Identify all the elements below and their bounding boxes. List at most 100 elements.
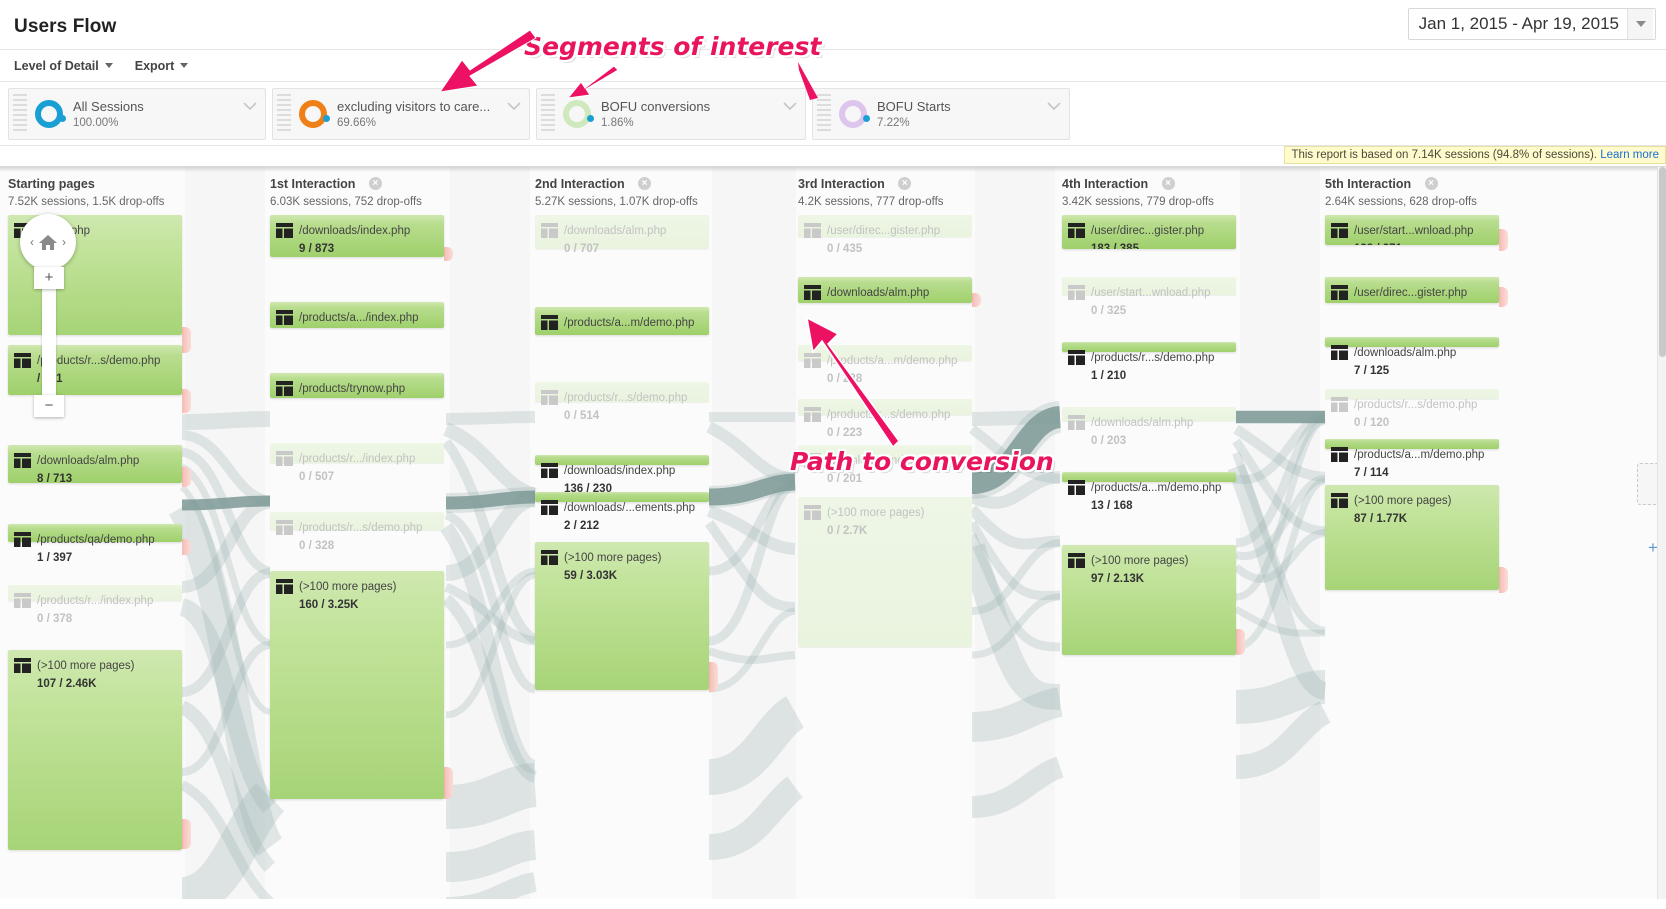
page-icon	[14, 453, 31, 468]
flow-node[interactable]: /products/qa/demo.php 1 / 397	[8, 524, 182, 564]
flow-node[interactable]: /user/direc...gister.php 0 / 435	[798, 215, 972, 255]
flow-node[interactable]: (>100 more pages) 0 / 2.7K	[798, 497, 972, 647]
close-icon[interactable]: ×	[1424, 177, 1438, 191]
flow-node[interactable]: (>100 more pages) 107 / 2.46K	[8, 650, 182, 850]
segment-percent: 7.22%	[877, 116, 910, 129]
node-label: /products/trynow.php	[299, 383, 406, 395]
zoom-in-button[interactable]: +	[34, 267, 64, 289]
flow-node[interactable]: /products/r...s/demo.php 0 / 223	[798, 399, 972, 439]
chevron-down-icon[interactable]	[243, 101, 257, 111]
segment-donut-icon	[299, 99, 330, 128]
drop-off-bar	[1499, 567, 1508, 593]
prev-arrow-icon[interactable]: ‹	[30, 235, 34, 249]
drop-off-bar	[182, 467, 191, 487]
page-title: Users Flow	[14, 16, 117, 37]
flow-node[interactable]: /user/direc...gister.php 183 / 385	[1062, 215, 1236, 249]
node-value: 138 / 271	[1354, 243, 1402, 245]
chevron-down-icon	[180, 63, 189, 68]
flow-node[interactable]: (>100 more pages) 87 / 1.77K	[1325, 485, 1499, 590]
export-button[interactable]: Export	[135, 59, 189, 73]
flow-node[interactable]: /downloads/alm.php 8 / 713	[8, 445, 182, 483]
level-of-detail-button[interactable]: Level of Detail	[14, 59, 113, 73]
zoom-slider-track[interactable]	[42, 285, 56, 405]
level-of-detail-label: Level of Detail	[14, 58, 99, 73]
annotation-path-to-conversion: Path to conversion	[790, 447, 1054, 476]
flow-node[interactable]: /user/start...wnload.php 138 / 271	[1325, 215, 1499, 245]
close-icon[interactable]: ×	[1161, 177, 1175, 191]
flow-node[interactable]: /downloads/alm.php 0 / 203	[1062, 407, 1236, 447]
column-title: 5th Interaction	[1325, 176, 1412, 191]
chevron-down-icon[interactable]	[1627, 9, 1653, 39]
close-icon[interactable]: ×	[368, 177, 382, 191]
notice-bar: This report is based on 7.14K sessions (…	[0, 146, 1666, 166]
drag-handle-icon[interactable]	[277, 93, 291, 134]
node-label: /downloads/index.php	[299, 225, 411, 237]
node-label: /downloads/alm.php	[37, 455, 140, 467]
flow-node[interactable]: /products/r...s/demo.php 0 / 328	[270, 512, 444, 552]
flow-node[interactable]: /products/r.../index.php 0 / 507	[270, 443, 444, 483]
flow-node[interactable]: /products/r...s/demo.php 0 / 514	[535, 382, 709, 422]
node-label: /user/direc...gister.php	[827, 225, 941, 237]
segment-card-bofu-starts[interactable]: BOFU Starts 7.22%	[812, 87, 1070, 140]
column-title: 1st Interaction	[270, 176, 356, 191]
flow-node[interactable]: /downloads/...ements.php 2 / 212	[535, 492, 709, 532]
node-label: /downloads/alm.php	[1091, 417, 1194, 429]
column-title: 2nd Interaction	[535, 176, 625, 191]
segment-card-all-sessions[interactable]: All Sessions 100.00%	[8, 87, 266, 140]
flow-node[interactable]: /downloads/index.php 9 / 873	[270, 215, 444, 257]
flow-node[interactable]: /downloads/alm.php 409 / 411	[798, 277, 972, 303]
flow-node[interactable]: /downloads/index.php 136 / 230	[535, 455, 709, 495]
node-label: (>100 more pages)	[299, 581, 397, 593]
node-value: 0 / 507	[299, 471, 335, 483]
flow-node[interactable]: /products/a...m/demo.php 13 / 168	[1062, 472, 1236, 512]
flow-node[interactable]: /products/r.../index.php 0 / 378	[8, 585, 182, 625]
top-bar: Users Flow Jan 1, 2015 - Apr 19, 2015	[0, 0, 1666, 50]
page-icon	[276, 579, 293, 594]
home-icon[interactable]	[38, 233, 58, 251]
date-range-picker[interactable]: Jan 1, 2015 - Apr 19, 2015	[1407, 8, 1656, 40]
column-header-1st-interaction: 1st Interaction × 6.03K sessions, 752 dr…	[270, 175, 422, 208]
learn-more-link[interactable]: Learn more	[1600, 149, 1659, 161]
vertical-scrollbar[interactable]	[1657, 167, 1666, 899]
flow-node[interactable]: /products/a...m/demo.php 0 / 228	[798, 345, 972, 385]
flow-node[interactable]: /products/trynow.php 64 / 529	[270, 373, 444, 398]
chevron-down-icon[interactable]	[1047, 101, 1061, 111]
flow-node[interactable]: (>100 more pages) 97 / 2.13K	[1062, 545, 1236, 655]
page-icon	[14, 353, 31, 368]
drag-handle-icon[interactable]	[817, 93, 831, 134]
flow-node[interactable]: /downloads/alm.php 0 / 707	[535, 215, 709, 255]
flow-node[interactable]: /products/a.../index.php 174 / 536	[270, 302, 444, 328]
close-icon[interactable]: ×	[638, 177, 652, 191]
segment-donut-icon	[35, 99, 66, 128]
flow-node[interactable]: /products/r...s/demo.php / 881	[8, 345, 182, 395]
node-label: /downloads/alm.php	[564, 225, 667, 237]
flow-node[interactable]: /products/a...m/demo.php 214 / 584	[535, 307, 709, 335]
next-arrow-icon[interactable]: ›	[62, 235, 66, 249]
chevron-down-icon[interactable]	[783, 101, 797, 111]
node-value: 2 / 212	[564, 520, 600, 532]
zoom-out-button[interactable]: −	[34, 395, 64, 417]
drag-handle-icon[interactable]	[541, 93, 555, 134]
flow-navigation-control[interactable]: ‹ ›	[20, 214, 76, 270]
flow-canvas[interactable]: Starting pages 7.52K sessions, 1.5K drop…	[0, 166, 1666, 899]
chevron-down-icon[interactable]	[507, 101, 521, 111]
close-icon[interactable]: ×	[898, 177, 912, 191]
flow-node[interactable]: /products/a...m/demo.php 7 / 114	[1325, 439, 1499, 479]
node-value: 7 / 114	[1354, 467, 1389, 479]
segment-card-excluding-visitors[interactable]: excluding visitors to care... 69.66%	[272, 87, 530, 140]
drop-off-bar	[182, 389, 191, 413]
drop-off-bar	[182, 539, 191, 555]
flow-node[interactable]: /user/direc...gister.php 21 / 238	[1325, 277, 1499, 303]
flow-node[interactable]: (>100 more pages) 160 / 3.25K	[270, 571, 444, 799]
segment-percent: 100.00%	[73, 116, 119, 129]
scrollbar-thumb[interactable]	[1659, 167, 1666, 357]
flow-node[interactable]: /products/r...s/demo.php 1 / 210	[1062, 342, 1236, 382]
flow-node[interactable]: /downloads/alm.php 7 / 125	[1325, 337, 1499, 377]
flow-node[interactable]: /user/start...wnload.php 0 / 325	[1062, 277, 1236, 317]
flow-node[interactable]: (>100 more pages) 59 / 3.03K	[535, 542, 709, 690]
flow-node[interactable]: /products/r...s/demo.php 0 / 120	[1325, 389, 1499, 429]
node-value: 8 / 713	[37, 473, 73, 483]
segment-card-bofu-conversions[interactable]: BOFU conversions 1.86%	[536, 87, 806, 140]
node-label: /products/r...s/demo.php	[564, 392, 688, 404]
drag-handle-icon[interactable]	[13, 93, 27, 134]
